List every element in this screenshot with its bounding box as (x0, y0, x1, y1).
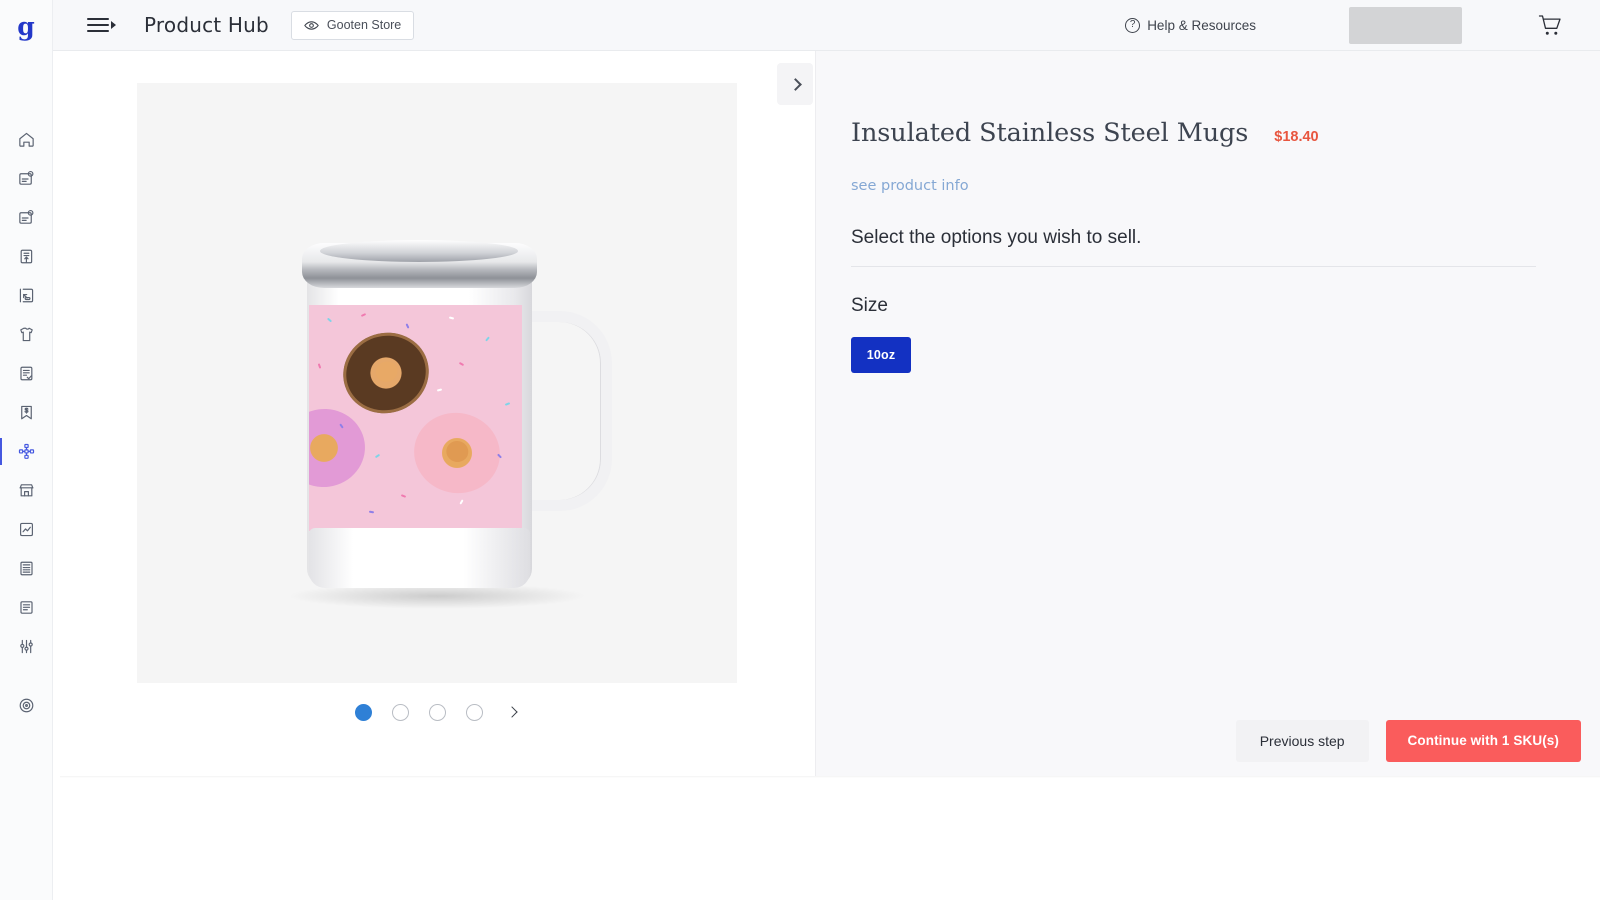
grid-sheet-icon (17, 559, 36, 578)
header-placeholder-block (1349, 7, 1462, 44)
donut-chocolate (333, 322, 440, 425)
target-circle-icon (17, 696, 36, 715)
sliders-icon (17, 637, 36, 656)
document-check-icon (17, 364, 36, 383)
product-options-pane: Insulated Stainless Steel Mugs $18.40 se… (815, 51, 1600, 776)
product-price: $18.40 (1274, 129, 1318, 145)
document-upload-icon (17, 247, 36, 266)
image-next-button[interactable] (777, 63, 813, 105)
see-product-info-link[interactable]: see product info (851, 178, 1600, 194)
help-resources-label: Help & Resources (1147, 18, 1256, 33)
top-bar-right: ? Help & Resources (1125, 7, 1600, 44)
sidebar-item-import[interactable] (0, 276, 53, 315)
carousel-dot-1[interactable] (355, 704, 372, 721)
image-carousel-dots (137, 697, 737, 727)
sidebar-item-storefronts[interactable] (0, 471, 53, 510)
left-nav-rail: g (0, 0, 53, 900)
chevron-right-icon (789, 78, 802, 91)
previous-step-button[interactable]: Previous step (1236, 720, 1369, 762)
hamburger-menu-icon[interactable] (87, 15, 115, 35)
store-selector-label: Gooten Store (327, 18, 401, 32)
donut-pink (407, 405, 508, 501)
home-icon (17, 130, 36, 149)
product-title: Insulated Stainless Steel Mugs (851, 118, 1248, 148)
sidebar-item-products[interactable] (0, 315, 53, 354)
mug-print-area (309, 305, 522, 531)
order-item-icon (17, 208, 36, 227)
sidebar-item-support[interactable] (0, 686, 53, 725)
sidebar-item-catalog[interactable] (0, 549, 53, 588)
option-group-label-size: Size (851, 295, 1600, 317)
import-arrow-icon (17, 286, 36, 305)
app-root: g (0, 0, 1600, 900)
tshirt-icon (17, 325, 36, 344)
section-divider (851, 266, 1536, 267)
sidebar-item-home[interactable] (0, 120, 53, 159)
sidebar-item-product-hub[interactable] (0, 432, 53, 471)
continue-button[interactable]: Continue with 1 SKU(s) (1386, 720, 1581, 762)
mug-illustration (137, 83, 737, 683)
carousel-dot-4[interactable] (466, 704, 483, 721)
sidebar-item-analytics[interactable] (0, 510, 53, 549)
store-selector-button[interactable]: Gooten Store (291, 11, 414, 40)
mug-base (309, 528, 530, 588)
mug-lid-top (320, 240, 518, 262)
carousel-dot-3[interactable] (429, 704, 446, 721)
order-note-icon (17, 169, 36, 188)
product-image-pane (60, 51, 815, 776)
donut-purple (309, 404, 370, 493)
product-header: Insulated Stainless Steel Mugs $18.40 (816, 51, 1600, 148)
question-circle-icon: ? (1125, 18, 1140, 33)
sidebar-item-upload[interactable] (0, 237, 53, 276)
sidebar-item-order-items[interactable] (0, 198, 53, 237)
carousel-dot-2[interactable] (392, 704, 409, 721)
sidebar-item-documents[interactable] (0, 588, 53, 627)
sidebar-item-approvals[interactable] (0, 354, 53, 393)
chart-report-icon (17, 520, 36, 539)
option-chip-10oz[interactable]: 10oz (851, 337, 911, 373)
chevron-right-icon (506, 706, 517, 717)
card-bottom-edge (60, 776, 1600, 778)
bookmark-dollar-icon (17, 403, 36, 422)
hierarchy-hub-icon (17, 442, 36, 461)
wizard-footer: Previous step Continue with 1 SKU(s) (816, 705, 1600, 776)
eye-icon (304, 20, 319, 31)
sidebar-item-settings[interactable] (0, 627, 53, 666)
product-image[interactable] (137, 83, 737, 683)
help-resources-button[interactable]: ? Help & Resources (1125, 18, 1256, 33)
document-lines-icon (17, 598, 36, 617)
content-card: Insulated Stainless Steel Mugs $18.40 se… (60, 51, 1600, 776)
top-bar: Product Hub Gooten Store ? Help & Resour… (53, 0, 1600, 51)
sidebar-item-orders[interactable] (0, 159, 53, 198)
carousel-next-button[interactable] (505, 705, 519, 719)
page-title: Product Hub (144, 13, 269, 37)
option-values-size: 10oz (851, 337, 1600, 373)
shopping-cart-icon[interactable] (1538, 14, 1562, 37)
gooten-logo[interactable]: g (0, 0, 53, 53)
sidebar-item-billing[interactable] (0, 393, 53, 432)
nav-icon-list (0, 120, 53, 725)
storefront-icon (17, 481, 36, 500)
select-options-heading: Select the options you wish to sell. (851, 227, 1600, 249)
